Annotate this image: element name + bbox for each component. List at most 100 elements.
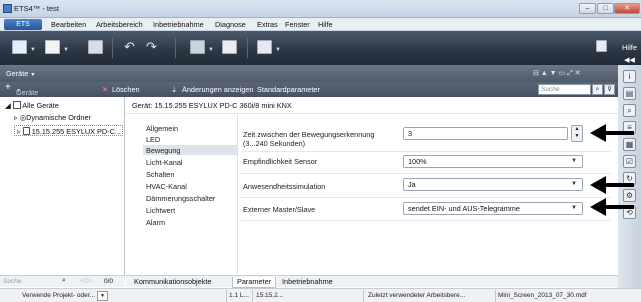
status-divider (252, 290, 253, 302)
toolbar-divider (175, 38, 176, 58)
title-bar: ETS4™ - test – □ ✕ (0, 0, 641, 18)
device-icon (22, 127, 30, 135)
pager-count: 0/0 (104, 278, 114, 285)
status-bar: Verwende Projekt- oder... ▼ 1.1 L... 15.… (0, 288, 641, 302)
tree-item-dynamic-folder[interactable]: ▹ ◎Dynamische Ordner (14, 113, 91, 122)
maximize-button[interactable]: □ (597, 3, 614, 14)
parameter-form: Zeit zwischen der Bewegungserkennung (3.… (239, 114, 618, 275)
group-lichtwert[interactable]: Lichtwert (146, 206, 175, 215)
group-schalten[interactable]: Schalten (146, 170, 174, 179)
menu-diagnose[interactable]: Diagnose (215, 20, 246, 29)
info-icon[interactable]: i (623, 70, 636, 83)
search-icon[interactable]: ⌕ (623, 104, 636, 117)
group-bewegung[interactable]: Bewegung (146, 146, 181, 155)
tree-item-device[interactable]: ▹ 15.15.255 ESYLUX PD-C... (14, 125, 123, 136)
catalog-icon[interactable] (222, 40, 237, 54)
minimize-button[interactable]: – (579, 3, 596, 14)
search-icon[interactable]: ⌕ (62, 277, 66, 285)
master-slave-select[interactable]: sendet EIN- und AUS-Telegramme ▼ (403, 202, 583, 215)
line-status: 1.1 L... (229, 292, 249, 299)
panel-window-controls[interactable]: ⊟ ▲ ▼ ▭ ⤢ ✕ (533, 69, 581, 78)
detection-time-stepper[interactable]: ▲ ▼ (571, 125, 583, 142)
chevron-down-icon: ▼ (571, 181, 577, 187)
device-toolbar: + Geräte hinzufügen ▼ ✕ Löschen ⇣ Änderu… (0, 82, 618, 106)
chevron-down-icon: ▼ (571, 158, 577, 164)
close-button[interactable]: ✕ (614, 3, 640, 14)
menu-bearbeiten[interactable]: Bearbeiten (51, 20, 86, 29)
download-icon[interactable]: ⇣ (171, 85, 177, 94)
search-icon[interactable]: ⌕ (592, 84, 603, 95)
tree-search-input[interactable]: Suche (3, 278, 21, 285)
search-input[interactable]: Suche (538, 84, 591, 95)
catalog-icon[interactable]: ▤ (623, 87, 636, 100)
chevron-down-icon[interactable]: ▼ (275, 47, 281, 53)
device-title: Gerät: 15.15.255 ESYLUX PD-C 360i/8 mini… (132, 101, 292, 110)
annotation-arrow (590, 198, 634, 216)
param-label-detection-time: Zeit zwischen der Bewegungserkennung (3.… (243, 130, 375, 148)
device-tree: ◢ Alle Geräte ▹ ◎Dynamische Ordner ▹ 15.… (0, 97, 125, 275)
menu-extras[interactable]: Extras (257, 20, 278, 29)
detection-time-input[interactable]: 3 (403, 127, 568, 140)
toolbar-divider (247, 38, 248, 58)
toolbar-divider (112, 38, 113, 58)
help-label[interactable]: Hilfe (622, 43, 637, 52)
group-daemmerungsschalter[interactable]: Dämmerungsschalter (146, 194, 215, 203)
param-label-presence-simulation: Anwesendheitssimulation (243, 182, 326, 191)
annotation-arrow (590, 176, 634, 194)
ets-menu-button[interactable]: ETS (4, 19, 42, 30)
row-divider (241, 173, 611, 174)
delete-button[interactable]: Löschen (112, 85, 140, 94)
delete-icon[interactable]: ✕ (102, 85, 108, 94)
detail-tabs: Kommunikationsobjekte Parameter Inbetrie… (126, 275, 618, 288)
param-label-master-slave: Externer Master/Slave (243, 205, 316, 214)
screen-file-status: Mini_Screen_2013_07_30.mdf (498, 292, 587, 299)
menu-hilfe[interactable]: Hilfe (318, 20, 333, 29)
row-divider (241, 151, 611, 152)
tab-kommunikationsobjekte[interactable]: Kommunikationsobjekte (130, 277, 215, 288)
close-project-icon[interactable] (45, 40, 60, 54)
menu-bar: ETS Bearbeiten Arbeitsbereich Inbetriebn… (0, 18, 641, 31)
window-title: ETS4™ - test (14, 4, 60, 13)
default-params-button[interactable]: Standardparameter (257, 85, 320, 94)
workspace-icon[interactable] (190, 40, 205, 54)
group-led[interactable]: LED (146, 135, 160, 144)
panel-title[interactable]: Geräte ▼ (6, 69, 35, 78)
menu-inbetriebnahme[interactable]: Inbetriebnahme (153, 20, 204, 29)
project-mode-status[interactable]: Verwende Projekt- oder... (22, 292, 95, 299)
undo-icon[interactable]: ↶ (124, 39, 135, 55)
sensitivity-select[interactable]: 100% ▼ (403, 155, 583, 168)
print-icon[interactable] (88, 40, 103, 54)
show-changes-button[interactable]: Änderungen anzeigen (182, 85, 253, 94)
annotation-arrow (590, 124, 634, 142)
device-header: Gerät: 15.15.255 ESYLUX PD-C 360i/8 mini… (126, 97, 618, 114)
address-status: 15.15.2... (256, 292, 284, 299)
panel-icon[interactable] (257, 40, 272, 54)
chevron-down-icon[interactable]: ▼ (97, 291, 108, 301)
new-project-icon[interactable] (12, 40, 27, 54)
help-icon[interactable] (596, 40, 607, 52)
folder-icon (12, 101, 21, 109)
filter-icon[interactable]: ⊽ (604, 84, 615, 95)
tab-inbetriebnahme[interactable]: Inbetriebnahme (278, 277, 337, 288)
presence-simulation-select[interactable]: Ja ▼ (403, 178, 583, 191)
add-icon[interactable]: + (5, 82, 11, 93)
group-alarm[interactable]: Alarm (146, 218, 165, 227)
main-toolbar: ▼ ▼ ↶ ↷ ▼ ▼ Hilfe (0, 31, 641, 65)
prev-icon[interactable]: ◁ ▷ (80, 277, 91, 284)
chevron-down-icon[interactable]: ▼ (208, 47, 214, 53)
redo-icon[interactable]: ↷ (146, 39, 157, 55)
row-divider (241, 220, 611, 221)
group-licht-kanal[interactable]: Licht-Kanal (146, 158, 183, 167)
group-allgemein[interactable]: Allgemein (146, 124, 178, 133)
group-hvac-kanal[interactable]: HVAC-Kanal (146, 182, 187, 191)
tab-parameter[interactable]: Parameter (232, 277, 277, 288)
chevron-down-icon[interactable]: ▼ (63, 47, 69, 53)
app-icon (3, 4, 12, 13)
collapse-icon[interactable]: ◀◀ (623, 55, 636, 68)
menu-fenster[interactable]: Fenster (285, 20, 310, 29)
todo-icon[interactable]: ☑ (623, 155, 636, 168)
tree-root[interactable]: ◢ Alle Geräte (5, 101, 59, 110)
chevron-down-icon[interactable]: ▼ (30, 47, 36, 53)
status-divider (363, 290, 364, 302)
menu-arbeitsbereich[interactable]: Arbeitsbereich (96, 20, 143, 29)
